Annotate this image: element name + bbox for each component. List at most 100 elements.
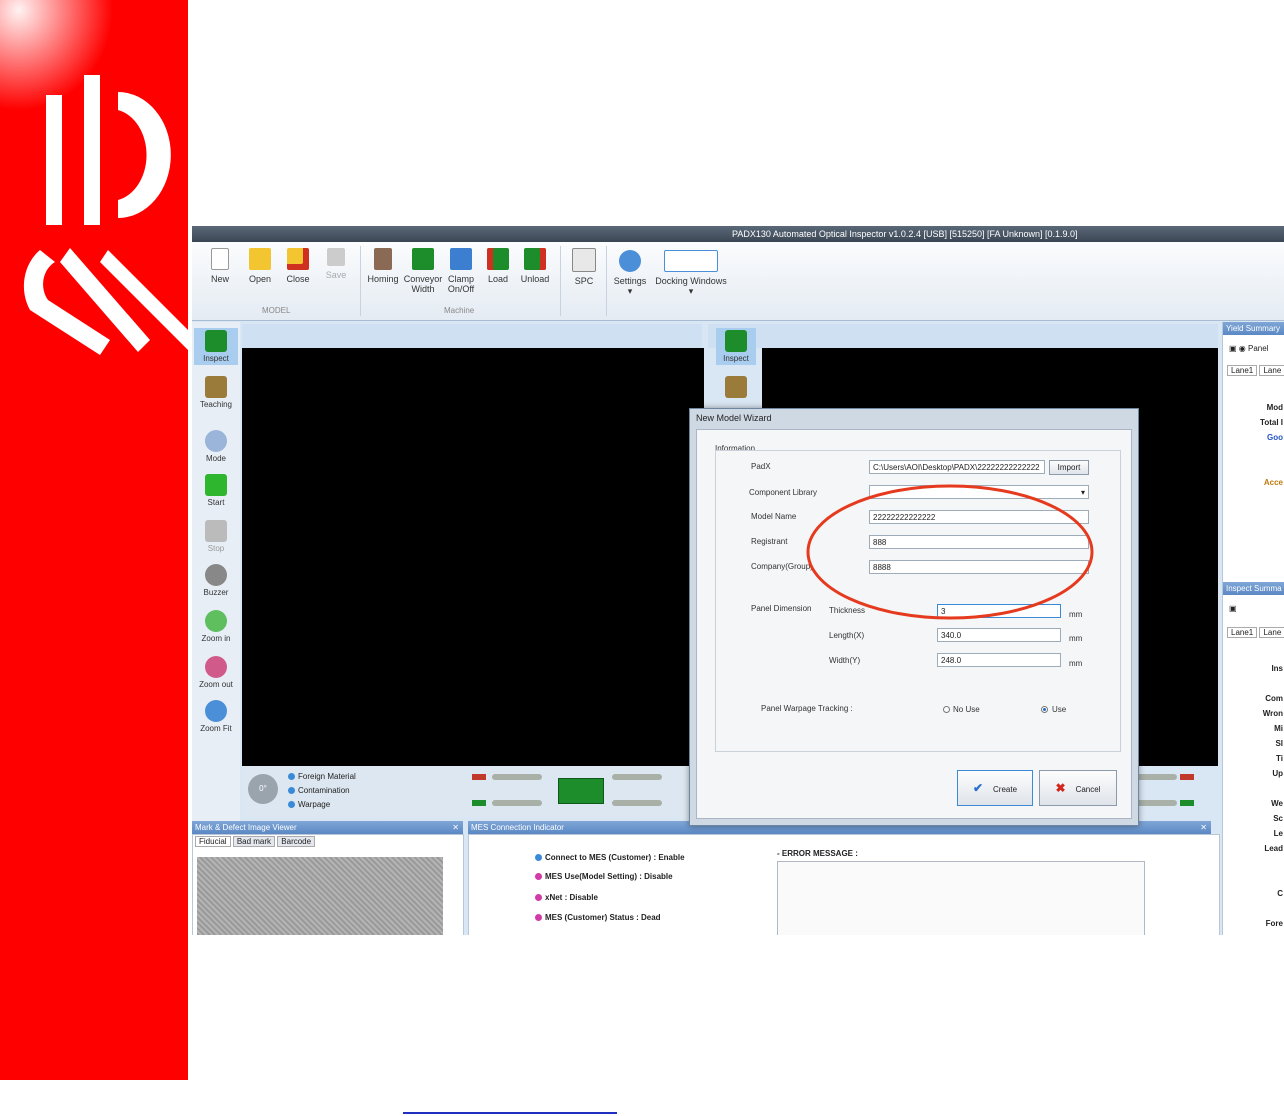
ribbon-separator — [606, 246, 607, 316]
tab-lane2[interactable]: Lane — [1259, 627, 1284, 638]
inspect-row: Wron — [1262, 709, 1283, 718]
close-icon[interactable]: ✕ — [1200, 821, 1207, 834]
defect-viewer-header: Mark & Defect Image Viewer ✕ — [192, 821, 463, 834]
load-icon — [487, 248, 509, 270]
angle-dial: 0° — [248, 774, 278, 804]
teaching-tool-2[interactable] — [716, 376, 756, 400]
inspect-summary-header: Inspect Summa — [1223, 582, 1284, 595]
warpage-tracking-label: Panel Warpage Tracking : — [761, 704, 853, 713]
window-icon — [664, 250, 718, 272]
inspect-row: Up — [1272, 769, 1283, 778]
ribbon: New Open Close Save MODEL Homing Conveyo… — [192, 242, 1284, 321]
tab-barcode[interactable]: Barcode — [277, 836, 316, 847]
zoom-fit-tool[interactable]: Zoom Fit — [194, 700, 238, 733]
create-button[interactable]: ✔ Create — [957, 770, 1033, 806]
conveyor-rail — [492, 800, 542, 806]
tab-bad-mark[interactable]: Bad mark — [232, 836, 276, 847]
length-label: Length(X) — [829, 631, 865, 640]
no-use-label: No Use — [953, 705, 980, 714]
tab-lane2[interactable]: Lane — [1259, 365, 1284, 376]
padx-label: PadX — [751, 462, 771, 471]
width-label: Width(Y) — [829, 656, 861, 665]
cancel-button[interactable]: ✖ Cancel — [1039, 770, 1117, 806]
error-message-box[interactable] — [777, 861, 1145, 935]
left-arrow-icon — [1180, 774, 1194, 780]
zoom-fit-icon — [205, 700, 227, 722]
settings-button[interactable]: Settings ▾ — [610, 250, 650, 296]
panel-radio[interactable]: ▣ ◉ Panel — [1229, 344, 1268, 353]
view2-header — [708, 324, 1218, 348]
teaching-tool[interactable]: Teaching — [194, 376, 238, 409]
inspect-tool[interactable]: Inspect — [194, 328, 238, 365]
spc-button[interactable]: SPC — [566, 248, 602, 286]
homing-icon — [374, 248, 392, 270]
right-arrow-icon — [1180, 800, 1194, 806]
status-dot-icon — [535, 914, 542, 921]
width-field[interactable]: 248.0 — [937, 653, 1061, 667]
inspect-row: C — [1277, 889, 1283, 898]
unload-button[interactable]: Unload — [518, 248, 552, 284]
new-button[interactable]: New — [206, 248, 234, 284]
stop-icon — [205, 520, 227, 542]
padx-path-field[interactable]: C:\Users\AOI\Desktop\PADX\22222222222222 — [869, 460, 1045, 474]
inspect-tool-2[interactable]: Inspect — [716, 328, 756, 365]
stop-tool[interactable]: Stop — [194, 520, 238, 553]
yield-summary-header: Yield Summary — [1223, 322, 1284, 335]
inspect-row: Fore — [1265, 919, 1283, 928]
unload-icon — [524, 248, 546, 270]
save-icon — [327, 248, 345, 266]
hyperlink-underline[interactable] — [403, 1112, 617, 1114]
yield-row: Mod — [1266, 403, 1283, 412]
view1-header — [242, 324, 702, 348]
summary-panel: Yield Summary ▣ ◉ Panel Lane1 Lane Mod T… — [1222, 322, 1284, 935]
dialog-title: New Model Wizard — [696, 413, 772, 423]
conveyor-rail — [612, 800, 662, 806]
speaker-icon — [205, 564, 227, 586]
clamp-onoff-button[interactable]: Clamp On/Off — [444, 248, 478, 294]
tab-lane1[interactable]: Lane1 — [1227, 365, 1258, 376]
zoom-out-tool[interactable]: Zoom out — [194, 656, 238, 689]
folder-close-icon — [287, 248, 309, 270]
mode-tool[interactable]: Mode — [194, 430, 238, 463]
inspect-row: Mi — [1274, 724, 1283, 733]
close-button[interactable]: Close — [282, 248, 314, 284]
docking-windows-button[interactable]: Docking Windows ▾ — [652, 250, 730, 296]
status-dot-icon — [535, 854, 542, 861]
homing-button[interactable]: Homing — [364, 248, 402, 284]
save-button[interactable]: Save — [320, 248, 352, 280]
pcb-board-icon — [558, 778, 604, 804]
close-icon[interactable]: ✕ — [452, 821, 459, 834]
highlight-ellipse — [806, 484, 1094, 620]
mes-panel: Connect to MES (Customer) : Enable MES U… — [468, 834, 1220, 935]
right-arrow-icon — [472, 800, 486, 806]
gear-icon — [619, 250, 641, 272]
teaching-wand-icon — [205, 376, 227, 398]
tab-lane1[interactable]: Lane1 — [1227, 627, 1258, 638]
open-button[interactable]: Open — [244, 248, 276, 284]
load-button[interactable]: Load — [482, 248, 514, 284]
ribbon-separator — [360, 246, 361, 316]
start-tool[interactable]: Start — [194, 474, 238, 507]
no-use-radio[interactable] — [943, 706, 950, 713]
tab-fiducial[interactable]: Fiducial — [195, 836, 231, 847]
import-button[interactable]: Import — [1049, 460, 1089, 475]
brand-band — [0, 0, 188, 1080]
length-field[interactable]: 340.0 — [937, 628, 1061, 642]
buzzer-tool[interactable]: Buzzer — [194, 564, 238, 597]
zoom-out-icon — [205, 656, 227, 678]
inspect-row: Com — [1265, 694, 1283, 703]
use-radio[interactable] — [1041, 706, 1048, 713]
inspect-row: Sc — [1273, 814, 1283, 823]
conveyor-width-button[interactable]: Conveyor Width — [403, 248, 443, 294]
conveyor-rail — [492, 774, 542, 780]
save-icon[interactable]: ▣ — [1229, 604, 1237, 613]
legend-dot-icon — [288, 773, 295, 780]
width-unit: mm — [1069, 659, 1083, 668]
mes-status-item: Connect to MES (Customer) : Enable — [535, 853, 685, 862]
inspect-row: Ins — [1271, 664, 1283, 673]
inspect-row: Sl — [1275, 739, 1283, 748]
mes-status-item: MES Use(Model Setting) : Disable — [535, 872, 673, 881]
inspect-row: We — [1271, 799, 1283, 808]
legend-dot-icon — [288, 787, 295, 794]
zoom-in-tool[interactable]: Zoom in — [194, 610, 238, 643]
